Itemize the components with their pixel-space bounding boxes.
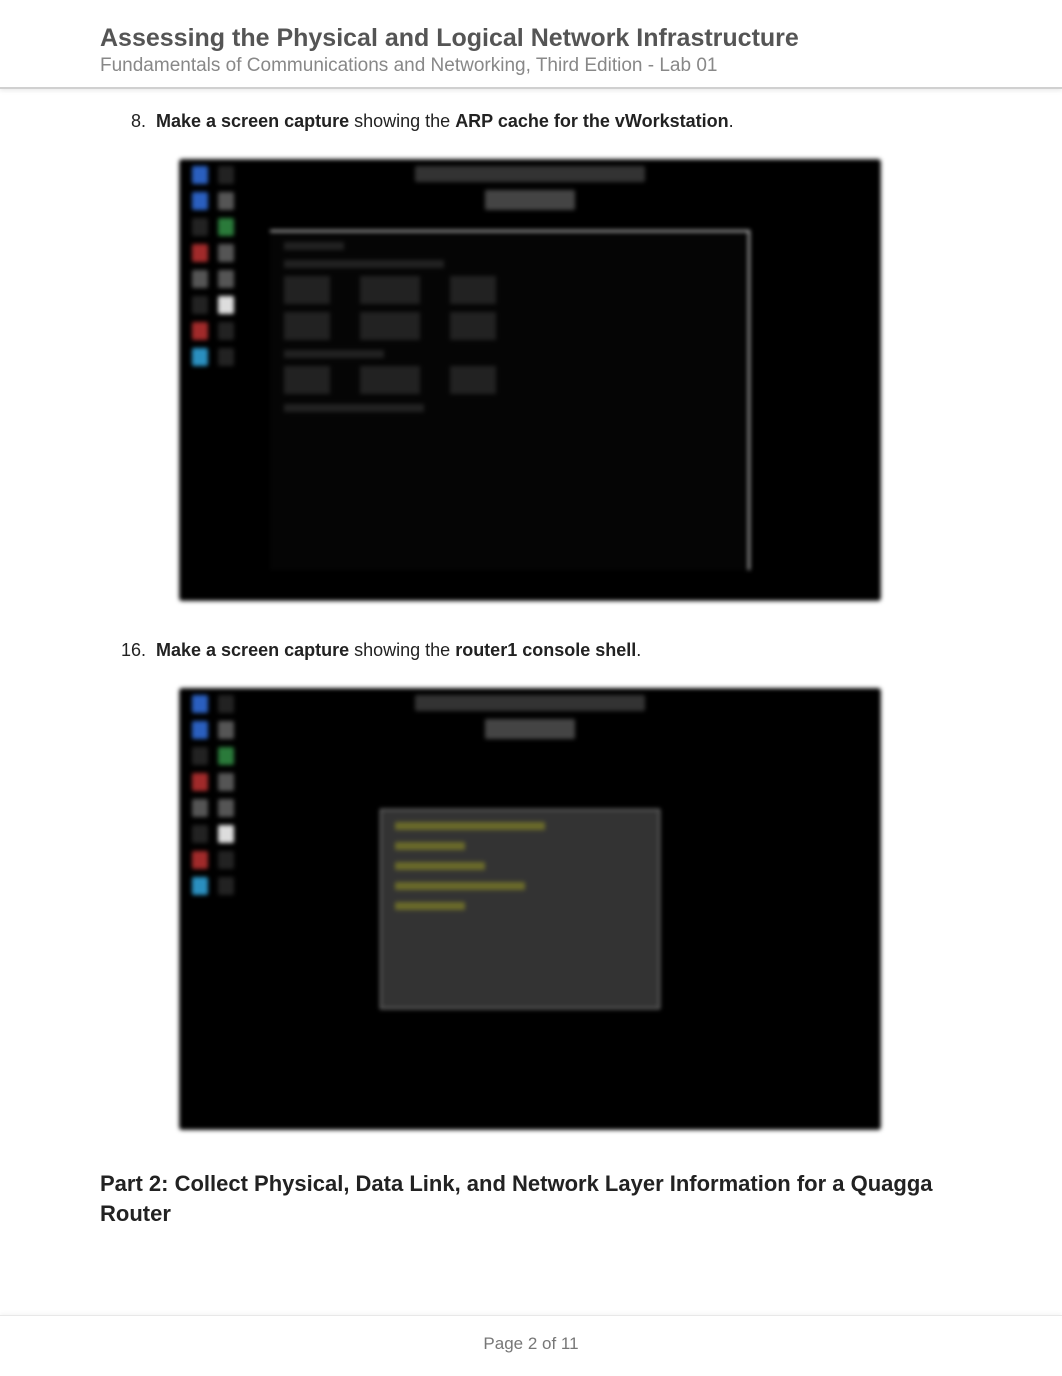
window-tab: [485, 719, 575, 739]
console-line: [395, 842, 465, 850]
terminal-col: [284, 312, 330, 340]
page-number: Page 2 of 11: [483, 1334, 578, 1353]
page-content: 8. Make a screen capture showing the ARP…: [0, 89, 1062, 1268]
terminal-col: [360, 276, 420, 304]
taskbar-icon: [218, 348, 234, 366]
step-mid: showing the: [349, 111, 455, 131]
console-line: [395, 822, 545, 830]
taskbar-icon: [218, 773, 234, 791]
console-line: [395, 862, 485, 870]
taskbar-icon: [218, 721, 234, 739]
step-bold-lead: Make a screen capture: [156, 640, 349, 660]
terminal-block: [284, 312, 748, 340]
taskbar-icon: [218, 296, 234, 314]
terminal-line: [284, 260, 444, 268]
taskbar-icon: [192, 851, 208, 869]
step-text: Make a screen capture showing the router…: [156, 640, 962, 661]
taskbar-icon: [218, 825, 234, 843]
window-tab: [485, 190, 575, 210]
console-line: [395, 882, 525, 890]
taskbar-icon: [192, 695, 208, 713]
console-window: [380, 809, 660, 1009]
step-mid: showing the: [349, 640, 455, 660]
step-tail: .: [636, 640, 641, 660]
console-line: [395, 902, 465, 910]
taskbar-icon: [218, 192, 234, 210]
taskbar-icon: [192, 218, 208, 236]
part-heading: Part 2: Collect Physical, Data Link, and…: [100, 1169, 962, 1228]
page-footer: Page 2 of 11: [0, 1315, 1062, 1376]
taskbar-icon: [192, 322, 208, 340]
doc-title: Assessing the Physical and Logical Netwo…: [100, 24, 962, 53]
taskbar-icon: [218, 695, 234, 713]
terminal-col: [450, 366, 496, 394]
taskbar-icon: [192, 270, 208, 288]
taskbar-icon: [192, 348, 208, 366]
taskbar-icon: [218, 218, 234, 236]
step-bold-lead: Make a screen capture: [156, 111, 349, 131]
terminal-col: [360, 312, 420, 340]
taskbar-icon: [192, 877, 208, 895]
document-page: Assessing the Physical and Logical Netwo…: [0, 0, 1062, 1376]
taskbar-icon: [192, 296, 208, 314]
terminal-line: [284, 404, 424, 412]
taskbar-icon: [218, 244, 234, 262]
terminal-window: [270, 230, 750, 570]
step-number: 16.: [100, 640, 156, 661]
terminal-col: [450, 276, 496, 304]
step-tail: .: [729, 111, 734, 131]
taskbar-icon: [218, 877, 234, 895]
taskbar-icon: [192, 799, 208, 817]
terminal-line: [284, 350, 384, 358]
screenshot-router1-console: [180, 689, 880, 1129]
taskbar-icon: [192, 166, 208, 184]
terminal-col: [360, 366, 420, 394]
step-item: 16. Make a screen capture showing the ro…: [100, 640, 962, 661]
terminal-block: [284, 276, 748, 304]
window-titlebar: [415, 695, 645, 711]
taskbar-icon: [192, 747, 208, 765]
taskbar-icon: [218, 322, 234, 340]
step-text: Make a screen capture showing the ARP ca…: [156, 111, 962, 132]
step-bold-tail: ARP cache for the vWorkstation: [455, 111, 728, 131]
taskbar-icon: [218, 851, 234, 869]
step-number: 8.: [100, 111, 156, 132]
terminal-col: [284, 276, 330, 304]
terminal-col: [284, 366, 330, 394]
terminal-col: [450, 312, 496, 340]
doc-subtitle: Fundamentals of Communications and Netwo…: [100, 55, 962, 77]
page-header: Assessing the Physical and Logical Netwo…: [0, 0, 1062, 89]
step-bold-tail: router1 console shell: [455, 640, 636, 660]
taskbar-icon: [218, 166, 234, 184]
taskbar-icon: [218, 270, 234, 288]
taskbar-icon: [192, 244, 208, 262]
taskbar-icons: [190, 695, 234, 1123]
taskbar-icons: [190, 166, 234, 594]
taskbar-icon: [218, 747, 234, 765]
terminal-block: [284, 366, 748, 394]
taskbar-icon: [192, 773, 208, 791]
taskbar-icon: [192, 825, 208, 843]
screenshot-arp-cache: [180, 160, 880, 600]
taskbar-icon: [192, 192, 208, 210]
terminal-line: [284, 242, 344, 250]
taskbar-icon: [218, 799, 234, 817]
window-titlebar: [415, 166, 645, 182]
step-item: 8. Make a screen capture showing the ARP…: [100, 111, 962, 132]
taskbar-icon: [192, 721, 208, 739]
